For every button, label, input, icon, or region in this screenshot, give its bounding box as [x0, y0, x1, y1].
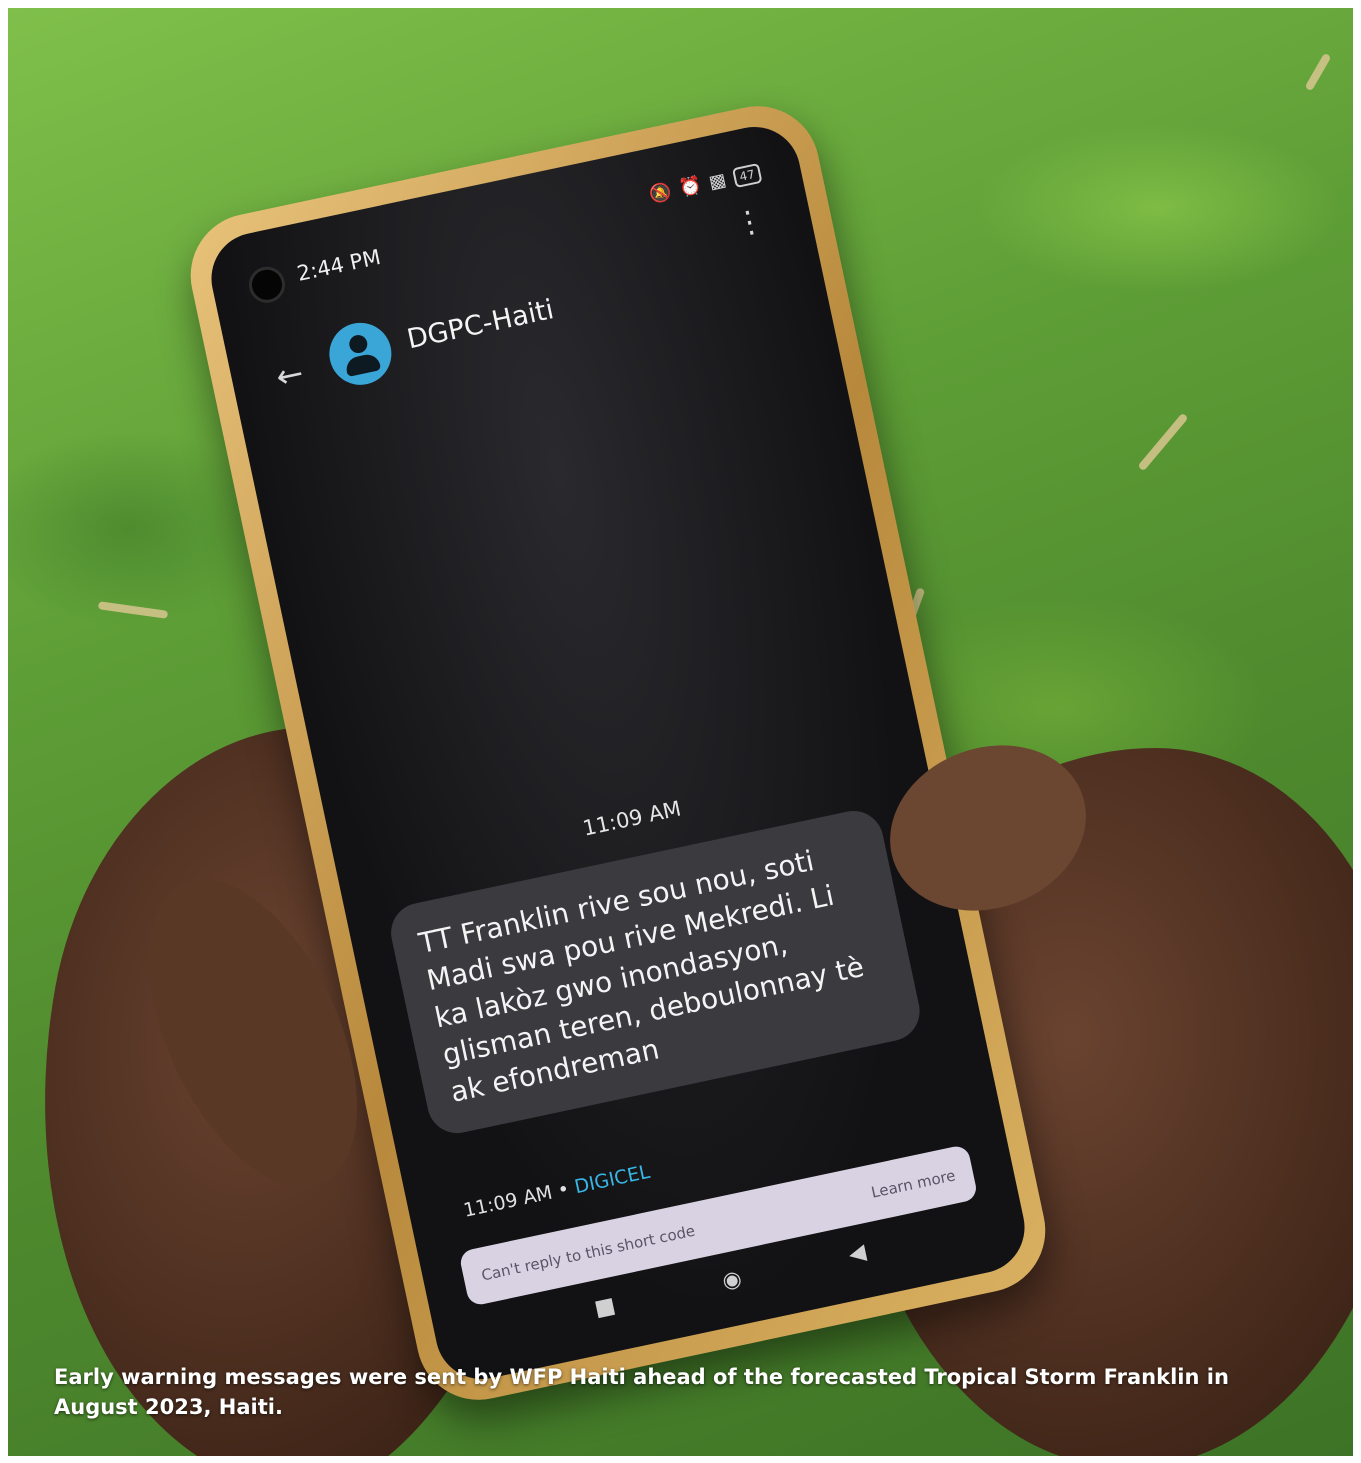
meta-time: 11:09 AM: [461, 1181, 555, 1222]
status-time: 2:44 PM: [294, 244, 383, 286]
meta-separator: •: [555, 1177, 572, 1202]
contact-name: DGPC-Haiti: [404, 294, 557, 356]
message-meta: 11:09 AM • DIGICEL: [462, 1161, 652, 1222]
avatar: [323, 317, 398, 391]
reply-notice: Can't reply to this short code: [479, 1221, 697, 1285]
leaf: [1304, 52, 1332, 92]
home-icon[interactable]: ◉: [720, 1266, 744, 1294]
carrier-label: DIGICEL: [572, 1160, 652, 1199]
photo-caption: Early warning messages were sent by WFP …: [54, 1365, 1229, 1419]
mute-icon: 🔕: [647, 180, 674, 207]
back-arrow-icon[interactable]: ←: [273, 354, 307, 397]
battery-icon: 47: [731, 162, 763, 188]
camera-icon: [245, 263, 289, 307]
alarm-icon: ⏰: [677, 174, 704, 200]
leaf: [1137, 412, 1189, 472]
recents-icon[interactable]: ■: [592, 1293, 618, 1322]
photo: 2:44 PM 🔕 ⏰ ▩ 47 ⋮ ← DGPC-Haiti 11:09 AM…: [8, 8, 1353, 1456]
more-options-icon[interactable]: ⋮: [731, 202, 768, 242]
learn-more-link[interactable]: Learn more: [870, 1166, 957, 1201]
signal-icon: ▩: [707, 169, 729, 194]
leaf: [97, 601, 169, 619]
back-nav-icon[interactable]: ◀: [846, 1240, 868, 1268]
status-bar-icons: 🔕 ⏰ ▩ 47: [648, 162, 763, 206]
